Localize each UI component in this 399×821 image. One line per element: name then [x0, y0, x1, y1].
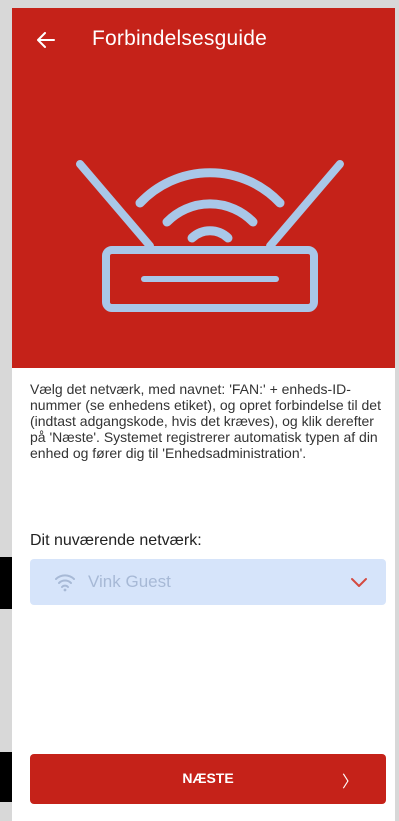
- instruction-text: Vælg det netværk, med navnet: 'FAN:' + e…: [30, 381, 381, 461]
- router-wifi-illustration: [76, 160, 344, 312]
- chevron-down-icon: [351, 578, 367, 587]
- next-button[interactable]: NÆSTE 〉: [30, 754, 386, 804]
- arrow-left-icon: [37, 32, 55, 48]
- side-marker: [0, 557, 12, 609]
- chevron-right-icon: 〉: [341, 774, 358, 791]
- wifi-icon: [55, 574, 75, 592]
- next-button-label: NÆSTE: [182, 770, 234, 786]
- hero-banner: Forbindelsesguide: [12, 8, 395, 368]
- network-value: Vink Guest: [88, 572, 171, 591]
- page-title: Forbindelsesguide: [92, 27, 268, 50]
- top-bar: Forbindelsesguide: [12, 8, 395, 72]
- network-dropdown[interactable]: Vink Guest: [30, 559, 386, 605]
- network-label: Dit nuværende netværk:: [30, 532, 202, 549]
- side-marker: [0, 752, 12, 802]
- back-button[interactable]: [32, 26, 60, 54]
- app-screen: Forbindelsesguide Vælg det netværk, med …: [12, 8, 395, 821]
